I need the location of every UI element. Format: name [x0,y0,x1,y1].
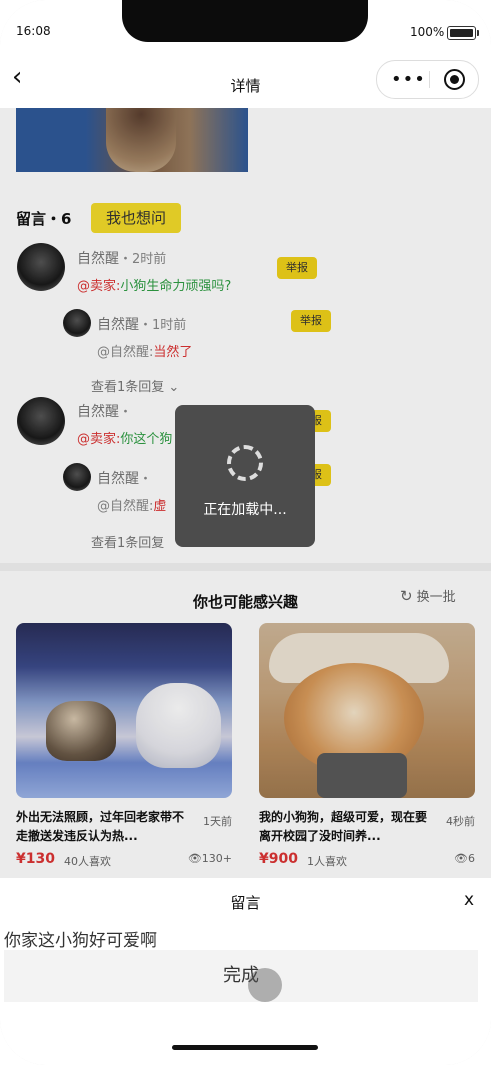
battery-percent: 100% [410,25,445,39]
status-bar: 16:08 100% [0,0,491,50]
navbar: ‹ 详情 ••• [0,50,491,109]
message-input[interactable]: 你家这小狗好可爱啊 [4,926,474,951]
close-icon[interactable]: x [464,890,474,910]
loading-spinner-icon [227,445,263,481]
home-indicator[interactable] [172,1045,318,1050]
notch [122,0,368,42]
loading-text: 正在加载中... [203,502,287,518]
done-button[interactable]: 完成 [4,950,478,1002]
loading-toast: 正在加载中... [175,405,315,547]
message-sheet: 留言 x 你家这小狗好可爱啊 完成 [0,878,491,1065]
sheet-title: 留言 [230,894,261,912]
touch-indicator [248,968,282,1002]
battery-icon [447,26,479,40]
mini-program-capsule: ••• [376,60,479,99]
status-time: 16:08 [16,24,51,38]
more-icon[interactable]: ••• [391,69,426,90]
phone-frame: 16:08 100% ‹ 详情 ••• 留言・6 我也想问 自然醒・2时前 @卖… [0,0,491,1065]
close-miniprogram-icon[interactable] [444,69,465,90]
